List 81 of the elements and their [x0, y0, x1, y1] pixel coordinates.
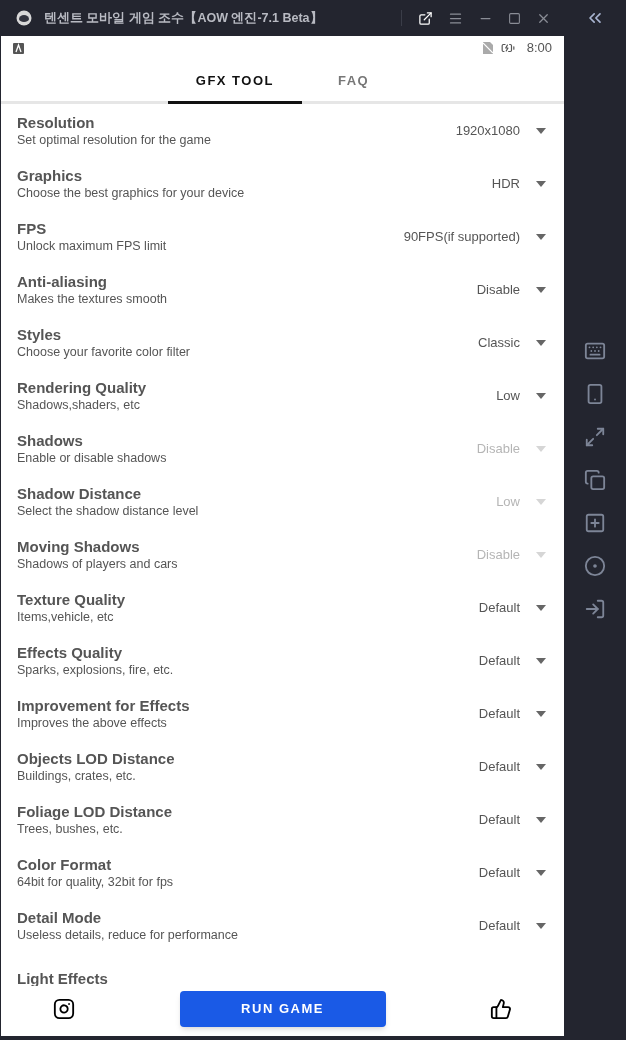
setting-description: Shadows,shaders, etc	[17, 397, 140, 413]
setting-description: Sparks, explosions, fire, etc.	[17, 662, 174, 678]
battery-icon	[500, 41, 515, 55]
setting-description: Useless details, reduce for performance	[17, 927, 238, 943]
exit-icon[interactable]	[584, 598, 606, 620]
dropdown-caret-icon	[536, 233, 546, 240]
keyboard-icon[interactable]	[584, 340, 606, 362]
window-title: 텐센트 모바일 게임 조수【AOW 엔진-7.1 Beta】	[44, 9, 323, 27]
setting-title: Effects Quality	[17, 643, 123, 662]
setting-dropdown[interactable]: Default	[478, 650, 546, 671]
dropdown-caret-icon	[536, 127, 546, 134]
setting-description: Makes the textures smooth	[17, 291, 168, 307]
setting-dropdown[interactable]: HDR	[491, 173, 546, 194]
setting-description: Set optimal resolution for the game	[17, 132, 211, 148]
setting-description: Items,vehicle, etc	[17, 609, 114, 625]
dropdown-caret-icon	[536, 445, 546, 452]
setting-description: Enable or disable shadows	[17, 450, 167, 466]
maximize-icon[interactable]	[508, 11, 521, 25]
setting-description: 64bit for quality, 32bit for fps	[17, 874, 174, 890]
setting-title: Anti-aliasing	[17, 272, 107, 291]
setting-dropdown[interactable]: Default	[478, 862, 546, 883]
setting-dropdown[interactable]: Low	[496, 385, 546, 406]
dropdown-caret-icon	[536, 392, 546, 399]
setting-title: Resolution	[17, 113, 95, 132]
setting-title: Styles	[17, 325, 62, 344]
dropdown-caret-icon	[536, 657, 546, 664]
dropdown-caret-icon	[536, 604, 546, 611]
setting-title: Texture Quality	[17, 590, 126, 609]
setting-description: Unlock maximum FPS limit	[17, 238, 167, 254]
setting-dropdown[interactable]: Default	[478, 703, 546, 724]
setting-title: Detail Mode	[17, 908, 102, 927]
setting-description: Shadows of players and cars	[17, 556, 178, 572]
setting-title: Improvement for Effects	[17, 696, 190, 715]
setting-title: Moving Shadows	[17, 537, 140, 556]
app-logo-icon	[16, 10, 32, 26]
setting-description: Trees, bushes, etc.	[17, 821, 123, 837]
windows-icon[interactable]	[584, 469, 606, 491]
dropdown-caret-icon	[536, 339, 546, 346]
clock-time: 8:00	[526, 39, 552, 58]
setting-title: Shadow Distance	[17, 484, 142, 503]
setting-description: Choose your favorite color filter	[17, 344, 190, 360]
thumbs-up-icon[interactable]	[490, 998, 512, 1020]
dropdown-caret-icon	[536, 869, 546, 876]
dropdown-caret-icon	[536, 498, 546, 505]
setting-title: Graphics	[17, 166, 83, 185]
setting-dropdown[interactable]: 90FPS(if supported)	[403, 226, 546, 247]
run-game-button[interactable]: RUN GAME	[179, 991, 386, 1027]
tab[interactable]: FAQ	[310, 60, 398, 104]
setting-description: Improves the above effects	[17, 715, 167, 731]
popout-icon[interactable]	[418, 10, 433, 26]
setting-description: Buildings, crates, etc.	[17, 768, 136, 784]
setting-title: FPS	[17, 219, 47, 238]
setting-dropdown[interactable]: Classic	[478, 332, 546, 353]
setting-title: Color Format	[17, 855, 112, 874]
menu-icon[interactable]	[448, 10, 463, 26]
instagram-icon[interactable]	[53, 998, 75, 1020]
setting-dropdown[interactable]: Default	[478, 809, 546, 830]
record-icon[interactable]	[584, 555, 606, 577]
dropdown-caret-icon	[536, 286, 546, 293]
setting-title: Rendering Quality	[17, 378, 147, 397]
setting-dropdown[interactable]: Default	[478, 756, 546, 777]
dropdown-caret-icon	[536, 816, 546, 823]
setting-description: Select the shadow distance level	[17, 503, 199, 519]
setting-title: Objects LOD Distance	[17, 749, 175, 768]
setting-dropdown[interactable]: 1920x1080	[455, 120, 546, 141]
setting-description: Choose the best graphics for your device	[17, 185, 245, 201]
setting-title: Shadows	[17, 431, 83, 450]
setting-title: Foliage LOD Distance	[17, 802, 173, 821]
add-screen-icon[interactable]	[584, 512, 606, 534]
dropdown-caret-icon	[536, 710, 546, 717]
dropdown-caret-icon	[536, 551, 546, 558]
setting-dropdown[interactable]: Default	[478, 597, 546, 618]
dropdown-caret-icon	[536, 922, 546, 929]
setting-dropdown[interactable]: Default	[478, 915, 546, 936]
no-sim-icon	[482, 42, 493, 54]
dropdown-caret-icon	[536, 763, 546, 770]
setting-dropdown[interactable]: Disable	[476, 279, 546, 300]
tab[interactable]: GFX TOOL	[167, 60, 302, 104]
expand-icon[interactable]	[584, 426, 606, 448]
dropdown-caret-icon	[536, 180, 546, 187]
app-notification-icon	[13, 42, 24, 54]
